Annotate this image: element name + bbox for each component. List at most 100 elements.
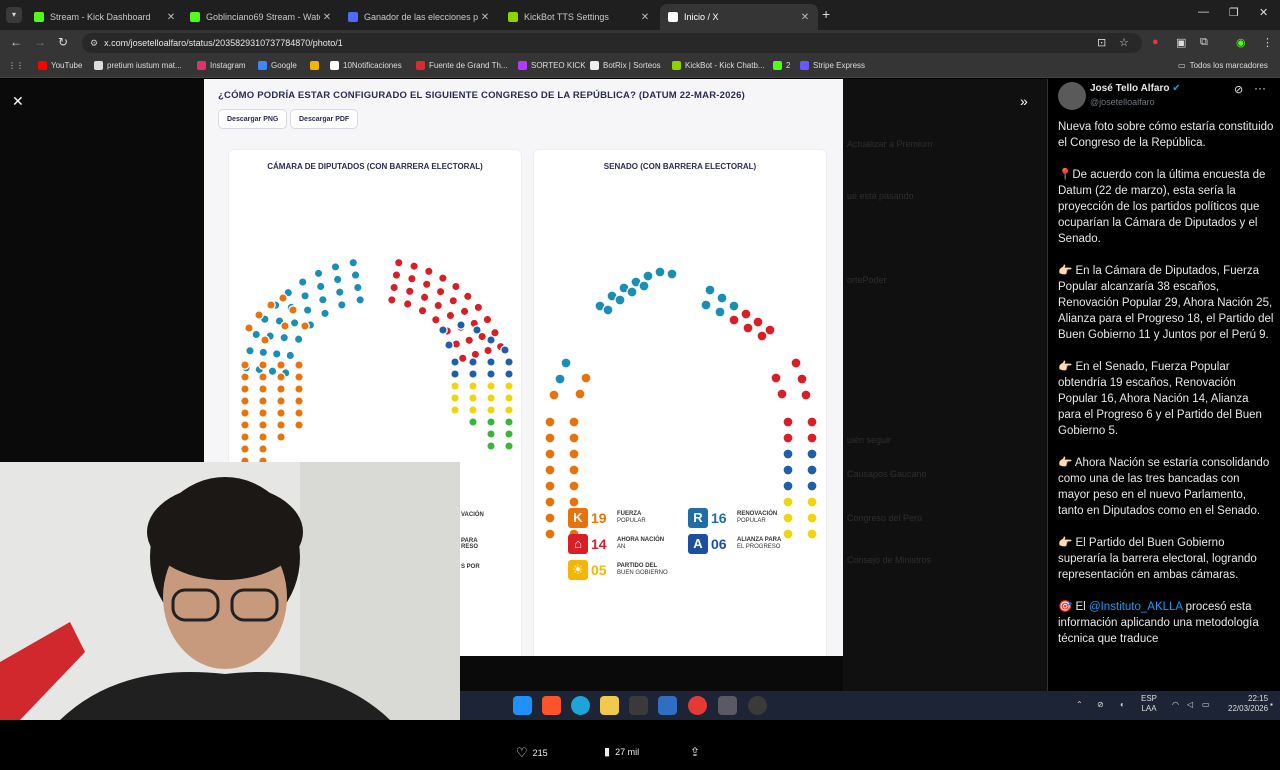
like-button[interactable]: ♡ 215	[516, 745, 548, 761]
seat	[276, 360, 286, 370]
author-name[interactable]: José Tello Alfaro ✔	[1090, 83, 1181, 94]
tray-chevron-icon[interactable]: ⌃	[1076, 700, 1083, 709]
battery-icon[interactable]: ▭	[1202, 700, 1210, 709]
analytics-icon: ▮	[604, 746, 611, 758]
bookmark-item[interactable]: 10Notificaciones	[330, 61, 402, 70]
tab-close-icon[interactable]: ✕	[320, 12, 334, 23]
seat	[450, 381, 460, 391]
seat	[271, 349, 282, 359]
senate-legend-item: A 06 ALIANZA PARA EL PROGRESO	[688, 534, 781, 554]
seat	[782, 480, 794, 492]
close-viewer-icon[interactable]: ✕	[12, 93, 24, 110]
bookmark-item[interactable]: 2	[773, 61, 790, 70]
seat	[782, 528, 794, 540]
tab-4[interactable]: KickBot TTS Settings ✕	[500, 4, 658, 30]
clock[interactable]: 22:15 22/03/2026	[1228, 694, 1268, 714]
collapse-panel-icon[interactable]: »	[1020, 93, 1028, 109]
file-explorer-icon[interactable]	[600, 696, 619, 715]
tab-close-icon[interactable]: ✕	[478, 12, 492, 23]
forward-icon[interactable]: →	[34, 35, 46, 49]
extension-icon[interactable]: ●	[1152, 36, 1159, 48]
store-icon[interactable]	[629, 696, 648, 715]
windows-start-icon[interactable]	[513, 696, 532, 715]
seat	[450, 357, 460, 367]
bookmark-item[interactable]: Stripe Express	[800, 61, 865, 70]
seat	[240, 420, 250, 430]
seat	[560, 357, 572, 369]
tab-5[interactable]: Inicio / X ✕	[660, 4, 818, 30]
wifi-icon[interactable]: ◠	[1172, 700, 1179, 709]
seat	[486, 335, 496, 345]
bookmark-item[interactable]: YouTube	[38, 61, 82, 70]
language-indicator[interactable]: ESP LAA	[1141, 694, 1157, 714]
chrome-icon[interactable]	[688, 696, 707, 715]
bookmark-favicon	[330, 61, 339, 70]
seat	[294, 360, 304, 370]
obs-icon[interactable]	[748, 696, 767, 715]
menu-icon[interactable]: ⋮	[1262, 36, 1273, 49]
new-tab-button[interactable]: +	[822, 6, 830, 22]
bookmark-item[interactable]: SORTEO KICK	[518, 61, 586, 70]
tweet-paragraph: 👉🏻 El Partido del Buen Gobierno superarí…	[1058, 537, 1261, 581]
bookmark-item[interactable]: Instagram	[197, 61, 246, 70]
app-icon[interactable]	[718, 696, 737, 715]
apps-grid-icon[interactable]: ⋮⋮	[8, 61, 24, 70]
tab-close-icon[interactable]: ✕	[638, 12, 652, 23]
close-window-button[interactable]: ✕	[1259, 6, 1268, 19]
seat	[315, 281, 326, 292]
download-png-button: Descargar PNG	[218, 109, 288, 129]
edge-icon[interactable]	[571, 696, 590, 715]
minimize-button[interactable]: —	[1198, 6, 1209, 18]
bookmark-item[interactable]: pretium iustum mat...	[94, 61, 182, 70]
extensions-puzzle-icon[interactable]: ⧉	[1200, 36, 1208, 49]
install-app-icon[interactable]: ⊡	[1097, 36, 1106, 49]
tab-2[interactable]: Goblinciano69 Stream - Watch ✕	[182, 4, 340, 30]
brave-icon[interactable]	[542, 696, 561, 715]
tab-title: Inicio / X	[684, 12, 719, 22]
author-handle[interactable]: @josetelloalfaro	[1090, 97, 1155, 107]
grok-icon[interactable]: ⊘	[1234, 83, 1243, 96]
bookmark-item[interactable]: BotRix | Sorteos	[590, 61, 661, 70]
extension-icon[interactable]: ▣	[1176, 36, 1186, 49]
seat	[544, 512, 556, 524]
more-options-icon[interactable]: ···	[1254, 81, 1266, 95]
bookmark-item[interactable]: KickBot - Kick Chatb...	[672, 61, 765, 70]
seat	[483, 345, 493, 356]
tweet-paragraph: 📍De acuerdo con la última encuesta de Da…	[1058, 169, 1269, 245]
seat-count: 19	[591, 510, 607, 526]
back-icon[interactable]: ←	[10, 35, 22, 49]
tab-1[interactable]: Stream - Kick Dashboard ✕	[26, 4, 184, 30]
seat	[548, 389, 560, 401]
tab-close-icon[interactable]: ✕	[164, 12, 178, 23]
reload-icon[interactable]: ↻	[58, 35, 68, 49]
mention-link[interactable]: @Instituto_AKLLA	[1089, 601, 1183, 613]
tab-3[interactable]: Ganador de las elecciones pres ✕	[340, 4, 498, 30]
tab-search-button[interactable]: ▾	[6, 7, 22, 23]
site-info-icon[interactable]: ⚙	[90, 38, 98, 49]
clock-time: 22:15	[1248, 694, 1269, 703]
microphone-icon[interactable]: ◐	[1120, 700, 1125, 709]
network-off-icon[interactable]: ⊘	[1097, 700, 1104, 709]
party-name-line1: ALIANZA PARA	[737, 537, 782, 543]
seat	[700, 299, 712, 311]
bookmark-item[interactable]	[310, 61, 323, 70]
author-avatar[interactable]	[1058, 82, 1086, 110]
all-bookmarks-folder[interactable]: ▭ Todos los marcadores	[1178, 61, 1268, 70]
notifications-icon[interactable]: ▪	[1270, 700, 1273, 709]
views-button[interactable]: ▮ 27 mil	[604, 745, 639, 758]
bookmark-star-icon[interactable]: ☆	[1119, 36, 1129, 49]
bookmark-item[interactable]: Google	[258, 61, 297, 70]
tab-close-icon[interactable]: ✕	[798, 12, 812, 23]
outlook-icon[interactable]	[658, 696, 677, 715]
seat	[300, 321, 310, 331]
background-sidebar-text: uién seguir	[847, 435, 892, 445]
address-bar[interactable]: ⚙ x.com/josetelloalfaro/status/203582931…	[82, 33, 1142, 53]
restore-button[interactable]: ❐	[1229, 6, 1239, 19]
seat	[450, 405, 460, 415]
bookmark-item[interactable]: Fuente de Grand Th...	[416, 61, 508, 70]
volume-icon[interactable]: ◁	[1187, 700, 1193, 709]
seat	[417, 305, 428, 316]
profile-avatar-icon[interactable]: ◉	[1236, 36, 1246, 49]
share-button[interactable]: ⇪	[690, 745, 700, 759]
party-name-line1: AHORA NACIÓN	[617, 537, 665, 543]
